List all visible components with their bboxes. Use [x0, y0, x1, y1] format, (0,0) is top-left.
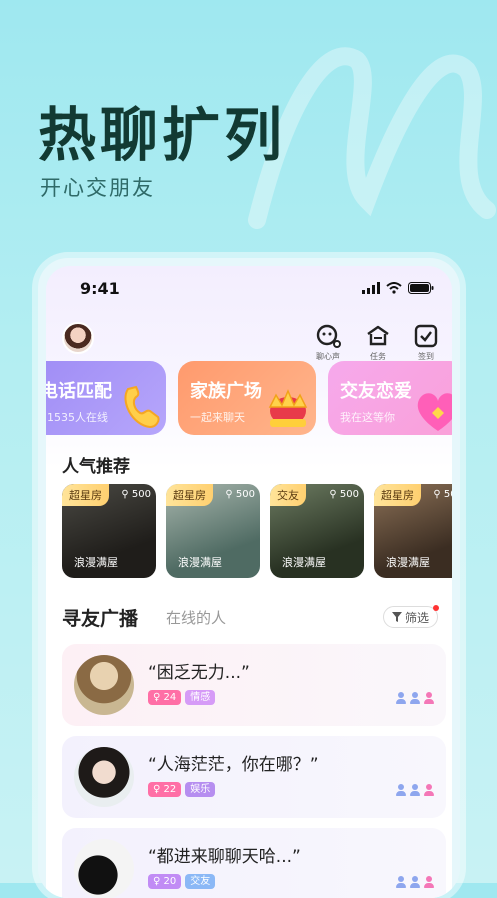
promo-title: 热聊扩列	[38, 101, 287, 169]
person-icon	[424, 784, 434, 796]
room-count: ⚲ 500	[433, 489, 452, 500]
room-name: 浪漫满屋	[178, 556, 222, 569]
room-count: ⚲ 500	[225, 489, 255, 500]
age-badge: ♀ 24	[148, 690, 182, 705]
app-screen: 9:41 聊心声 任务 签到 电话匹配 21535人在线 家族广场 一起来聊天 …	[46, 266, 452, 898]
post-avatar[interactable]	[74, 839, 134, 898]
room-name: 浪漫满屋	[74, 556, 118, 569]
person-icon	[424, 692, 434, 704]
category-badge: 情感	[185, 690, 216, 705]
person-icon	[396, 876, 406, 888]
room-name: 浪漫满屋	[386, 556, 430, 569]
room-count: ⚲ 500	[121, 489, 151, 500]
feature-dating[interactable]: 交友恋爱 我在这等你	[328, 361, 452, 435]
age-badge: ♀ 20	[148, 874, 182, 889]
checkin-icon[interactable]	[412, 322, 440, 350]
heart-icon	[417, 393, 452, 431]
category-badge: 娱乐	[185, 782, 216, 797]
wifi-icon	[386, 282, 402, 294]
people-icons	[396, 692, 434, 704]
room-name: 浪漫满屋	[282, 556, 326, 569]
people-icons	[396, 784, 434, 796]
post-avatar[interactable]	[74, 655, 134, 715]
room-card[interactable]: 超星房 ⚲ 500 浪漫满屋	[166, 484, 260, 578]
room-tag: 超星房	[166, 484, 213, 506]
popular-title: 人气推荐	[62, 457, 130, 477]
face-match-icon[interactable]	[314, 322, 342, 350]
battery-icon	[408, 282, 434, 294]
post-avatar[interactable]	[74, 747, 134, 807]
post-quote: “困乏无力...”	[148, 663, 250, 683]
notification-dot	[433, 605, 439, 611]
person-icon	[424, 876, 434, 888]
signal-icon	[362, 282, 380, 294]
phone-icon	[124, 385, 160, 429]
post-card[interactable]: “都进来聊聊天哈...” ♀ 20 交友	[62, 828, 446, 898]
room-tag: 超星房	[62, 484, 109, 506]
square-header: 寻友广播 在线的人 筛选	[62, 604, 442, 634]
person-icon	[410, 876, 420, 888]
feature-row: 电话匹配 21535人在线 家族广场 一起来聊天 交友恋爱 我在这等你	[46, 361, 452, 441]
person-icon	[410, 784, 420, 796]
feature-family-square[interactable]: 家族广场 一起来聊天	[178, 361, 316, 435]
post-card[interactable]: “困乏无力...” ♀ 24 情感	[62, 644, 446, 726]
room-card[interactable]: 交友 ⚲ 500 浪漫满屋	[270, 484, 364, 578]
room-count: ⚲ 500	[329, 489, 359, 500]
tab-online[interactable]: 在线的人	[166, 607, 226, 628]
category-badge: 交友	[185, 874, 216, 889]
room-tag: 超星房	[374, 484, 421, 506]
person-icon	[410, 692, 420, 704]
post-quote: “人海茫茫，你在哪？”	[148, 755, 319, 775]
room-card[interactable]: 超星房 ⚲ 500 浪漫满屋	[62, 484, 156, 578]
tab-square[interactable]: 寻友广播	[62, 604, 138, 631]
promo-subtitle: 开心交朋友	[40, 176, 155, 200]
user-avatar[interactable]	[62, 322, 94, 354]
people-icons	[396, 876, 434, 888]
popular-room-list: 超星房 ⚲ 500 浪漫满屋 超星房 ⚲ 500 浪漫满屋 交友 ⚲ 500 浪…	[62, 484, 452, 582]
status-time: 9:41	[80, 279, 120, 298]
post-card[interactable]: “人海茫茫，你在哪？” ♀ 22 娱乐	[62, 736, 446, 818]
crown-icon	[268, 389, 308, 427]
room-tag: 交友	[270, 484, 306, 506]
room-card[interactable]: 超星房 ⚲ 500 浪漫满屋	[374, 484, 452, 578]
age-badge: ♀ 22	[148, 782, 182, 797]
person-icon	[396, 784, 406, 796]
hat-icon[interactable]	[364, 322, 392, 350]
post-quote: “都进来聊聊天哈...”	[148, 847, 301, 867]
feature-phone-match[interactable]: 电话匹配 21535人在线	[46, 361, 166, 435]
funnel-icon	[391, 612, 402, 622]
phone-frame: 9:41 聊心声 任务 签到 电话匹配 21535人在线 家族广场 一起来聊天 …	[38, 258, 460, 898]
filter-button[interactable]: 筛选	[382, 605, 439, 628]
app-header: 聊心声 任务 签到	[46, 318, 452, 362]
filter-label: 筛选	[404, 610, 429, 625]
status-bar: 9:41	[46, 266, 452, 310]
person-icon	[396, 692, 406, 704]
